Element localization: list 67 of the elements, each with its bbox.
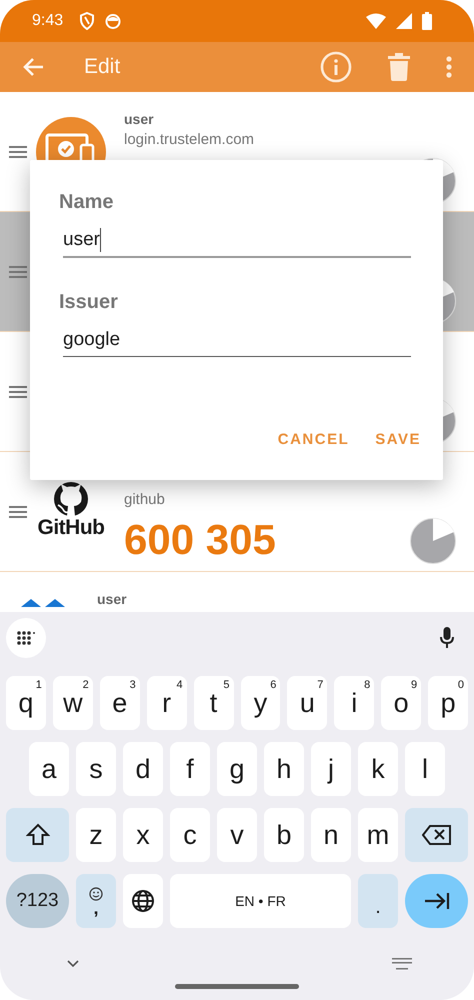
keyboard-key[interactable]: c bbox=[170, 808, 210, 862]
keyboard-key[interactable]: e 3 bbox=[100, 676, 140, 730]
keyboard-key[interactable]: o 9 bbox=[381, 676, 422, 730]
keyboard-key[interactable]: d bbox=[123, 742, 163, 796]
screen-title: Edit bbox=[84, 55, 120, 79]
battery-icon bbox=[422, 12, 432, 30]
account-name: user bbox=[97, 590, 127, 608]
keyboard-key[interactable]: , bbox=[76, 874, 116, 928]
field-label: Issuer bbox=[59, 290, 119, 314]
keyboard-key[interactable]: q 1 bbox=[6, 676, 46, 730]
status-time: 9:43 bbox=[32, 12, 64, 30]
issuer-name: login.trustelem.com bbox=[124, 130, 256, 150]
apps-button[interactable] bbox=[6, 618, 46, 658]
keyboard-key[interactable]: f bbox=[170, 742, 210, 796]
keyboard-key[interactable]: y 6 bbox=[240, 676, 280, 730]
keyboard-key[interactable]: . bbox=[358, 874, 398, 928]
keyboard-key[interactable]: s bbox=[76, 742, 116, 796]
drag-handle-icon[interactable] bbox=[9, 506, 27, 518]
keyboard-key[interactable]: g bbox=[217, 742, 257, 796]
otp-code: 600 305 bbox=[124, 515, 277, 565]
keyboard-key[interactable]: EN • FR bbox=[170, 874, 351, 928]
grid-icon bbox=[17, 631, 35, 645]
keyboard-key[interactable]: p 0 bbox=[428, 676, 468, 730]
shift-icon bbox=[26, 823, 50, 847]
keyboard-key[interactable] bbox=[405, 808, 468, 862]
globe-icon bbox=[131, 889, 155, 913]
timer-pie-icon bbox=[410, 518, 456, 564]
keyboard-key[interactable]: j bbox=[311, 742, 351, 796]
keyboard-key[interactable]: l bbox=[405, 742, 445, 796]
keyboard-key[interactable]: b bbox=[264, 808, 304, 862]
keyboard-key[interactable]: v bbox=[217, 808, 257, 862]
keyboard-key[interactable]: m bbox=[358, 808, 398, 862]
backspace-icon bbox=[422, 825, 452, 845]
chevron-down-icon[interactable] bbox=[67, 960, 79, 968]
keyboard-key[interactable]: u 7 bbox=[287, 676, 328, 730]
octocat-logo bbox=[53, 481, 89, 517]
keyboard-key[interactable]: a bbox=[29, 742, 69, 796]
microphone-icon[interactable] bbox=[440, 627, 454, 649]
keyboard-key[interactable]: w 2 bbox=[52, 676, 93, 730]
drag-handle-icon[interactable] bbox=[9, 146, 27, 158]
wifi-icon bbox=[366, 13, 386, 29]
keyboard-key[interactable]: z bbox=[76, 808, 116, 862]
logo-wordmark: GitHub bbox=[38, 519, 104, 537]
input-field[interactable]: google bbox=[63, 328, 411, 357]
keyboard-key[interactable]: n bbox=[311, 808, 351, 862]
issuer-name: github bbox=[124, 490, 166, 510]
drag-handle-icon[interactable] bbox=[9, 386, 27, 398]
keyboard-key[interactable] bbox=[6, 808, 69, 862]
keyboard-key[interactable]: ?123 bbox=[6, 874, 69, 928]
input-field[interactable]: user bbox=[63, 228, 411, 258]
keyboard-key[interactable] bbox=[405, 874, 468, 928]
field-label: Name bbox=[59, 190, 114, 214]
keyboard-key[interactable]: k bbox=[358, 742, 398, 796]
keyboard-key[interactable]: r 4 bbox=[146, 676, 187, 730]
keyboard-key[interactable] bbox=[123, 874, 163, 928]
drag-handle-icon[interactable] bbox=[9, 266, 27, 278]
tab-arrow-icon bbox=[424, 892, 450, 910]
keyboard-icon[interactable] bbox=[392, 958, 412, 970]
shield-icon bbox=[79, 12, 96, 30]
face-icon bbox=[105, 13, 122, 29]
keyboard-key[interactable]: t 5 bbox=[194, 676, 234, 730]
account-name: user bbox=[124, 110, 154, 128]
keyboard-key[interactable]: i 8 bbox=[334, 676, 374, 730]
keyboard-key[interactable]: x bbox=[123, 808, 163, 862]
emoji-icon bbox=[89, 887, 103, 901]
signal-icon bbox=[396, 13, 412, 29]
keyboard-key[interactable]: h bbox=[264, 742, 304, 796]
